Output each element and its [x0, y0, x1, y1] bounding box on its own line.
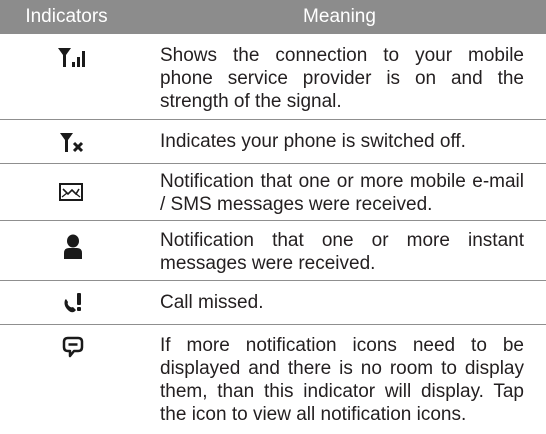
table-row: Notification that one or more mobile e-m…: [0, 164, 546, 221]
row-meaning: Shows the connection to your mobile phon…: [160, 45, 524, 112]
table-row: Indicates your phone is switched off.: [0, 120, 546, 164]
indicator-cell: [0, 325, 150, 434]
indicator-cell: [0, 120, 150, 164]
indicator-cell: [0, 281, 150, 325]
row-meaning: Notification that one or more instant me…: [160, 230, 524, 274]
missed-call-icon: [64, 293, 81, 313]
indicator-cell: [0, 164, 150, 221]
instant-message-person-icon: [64, 234, 82, 259]
row-meaning: Call missed.: [160, 292, 264, 313]
message-envelope-icon: [59, 183, 83, 201]
indicator-table: Indicators Meaning Shows the connection …: [0, 0, 546, 434]
row-meaning: Indicates your phone is switched off.: [160, 131, 466, 152]
indicator-cell: [0, 221, 150, 281]
signal-strength-icon: [58, 48, 85, 67]
table-header: Indicators Meaning: [0, 0, 546, 34]
column-header-indicators: Indicators: [25, 6, 108, 27]
notification-bubble-icon: [62, 336, 84, 358]
column-header-meaning: Meaning: [303, 6, 376, 27]
indicator-cell: [0, 34, 150, 120]
signal-off-icon: [60, 133, 84, 153]
table-row: Call missed.: [0, 281, 546, 325]
table-row: Shows the connection to your mobile phon…: [0, 34, 546, 120]
row-meaning: Notification that one or more mobile e-m…: [160, 171, 524, 215]
table-row: Notification that one or more instant me…: [0, 221, 546, 281]
table-row: If more notification icons need to be di…: [0, 325, 546, 434]
row-meaning: If more notification icons need to be di…: [160, 335, 524, 425]
